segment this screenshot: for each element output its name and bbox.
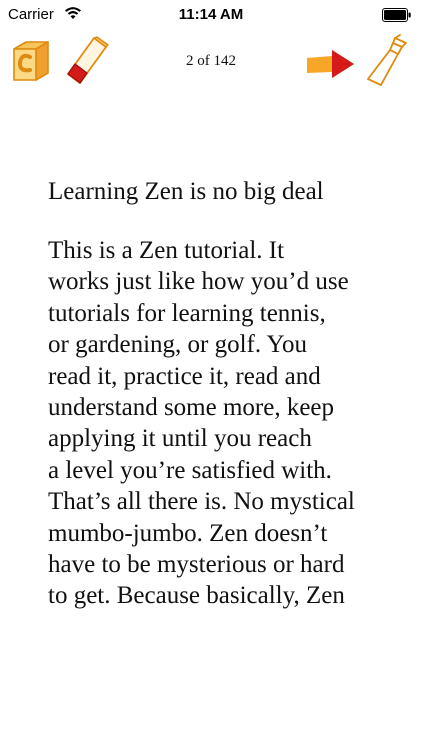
status-time: 11:14 AM bbox=[178, 6, 244, 23]
status-bar: Carrier 11:14 AM bbox=[0, 0, 422, 30]
reader-toolbar: 2 of 142 bbox=[0, 30, 422, 90]
text-line: understand some more, keep bbox=[48, 394, 335, 422]
page-counter: 2 of 142 bbox=[186, 53, 236, 69]
text-line: That’s all there is. No mystical bbox=[48, 488, 355, 516]
next-arrow-icon[interactable] bbox=[306, 50, 356, 85]
text-line: or gardening, or golf. You bbox=[48, 331, 308, 359]
text-line: mumbo-jumbo. Zen doesn’t bbox=[48, 519, 328, 547]
battery-icon bbox=[382, 8, 412, 27]
text-line: applying it until you reach bbox=[48, 425, 312, 453]
body-text: This is a Zen tutorial. It works just li… bbox=[48, 235, 388, 612]
text-line: tutorials for learning tennis, bbox=[48, 299, 326, 327]
chapter-title: Learning Zen is no big deal bbox=[48, 178, 324, 205]
spray-bottle-icon[interactable] bbox=[364, 32, 412, 93]
text-line: to get. Because basically, Zen bbox=[48, 582, 345, 610]
text-line: a level you’re satisfied with. bbox=[48, 456, 332, 484]
text-line: have to be mysterious or hard bbox=[48, 551, 345, 579]
text-line: This is a Zen tutorial. It bbox=[48, 237, 285, 264]
reading-page: Learning Zen is no big deal This is a Ze… bbox=[48, 175, 388, 612]
text-line: read it, practice it, read and bbox=[48, 362, 321, 390]
text-line: works just like how you’d use bbox=[48, 268, 349, 296]
